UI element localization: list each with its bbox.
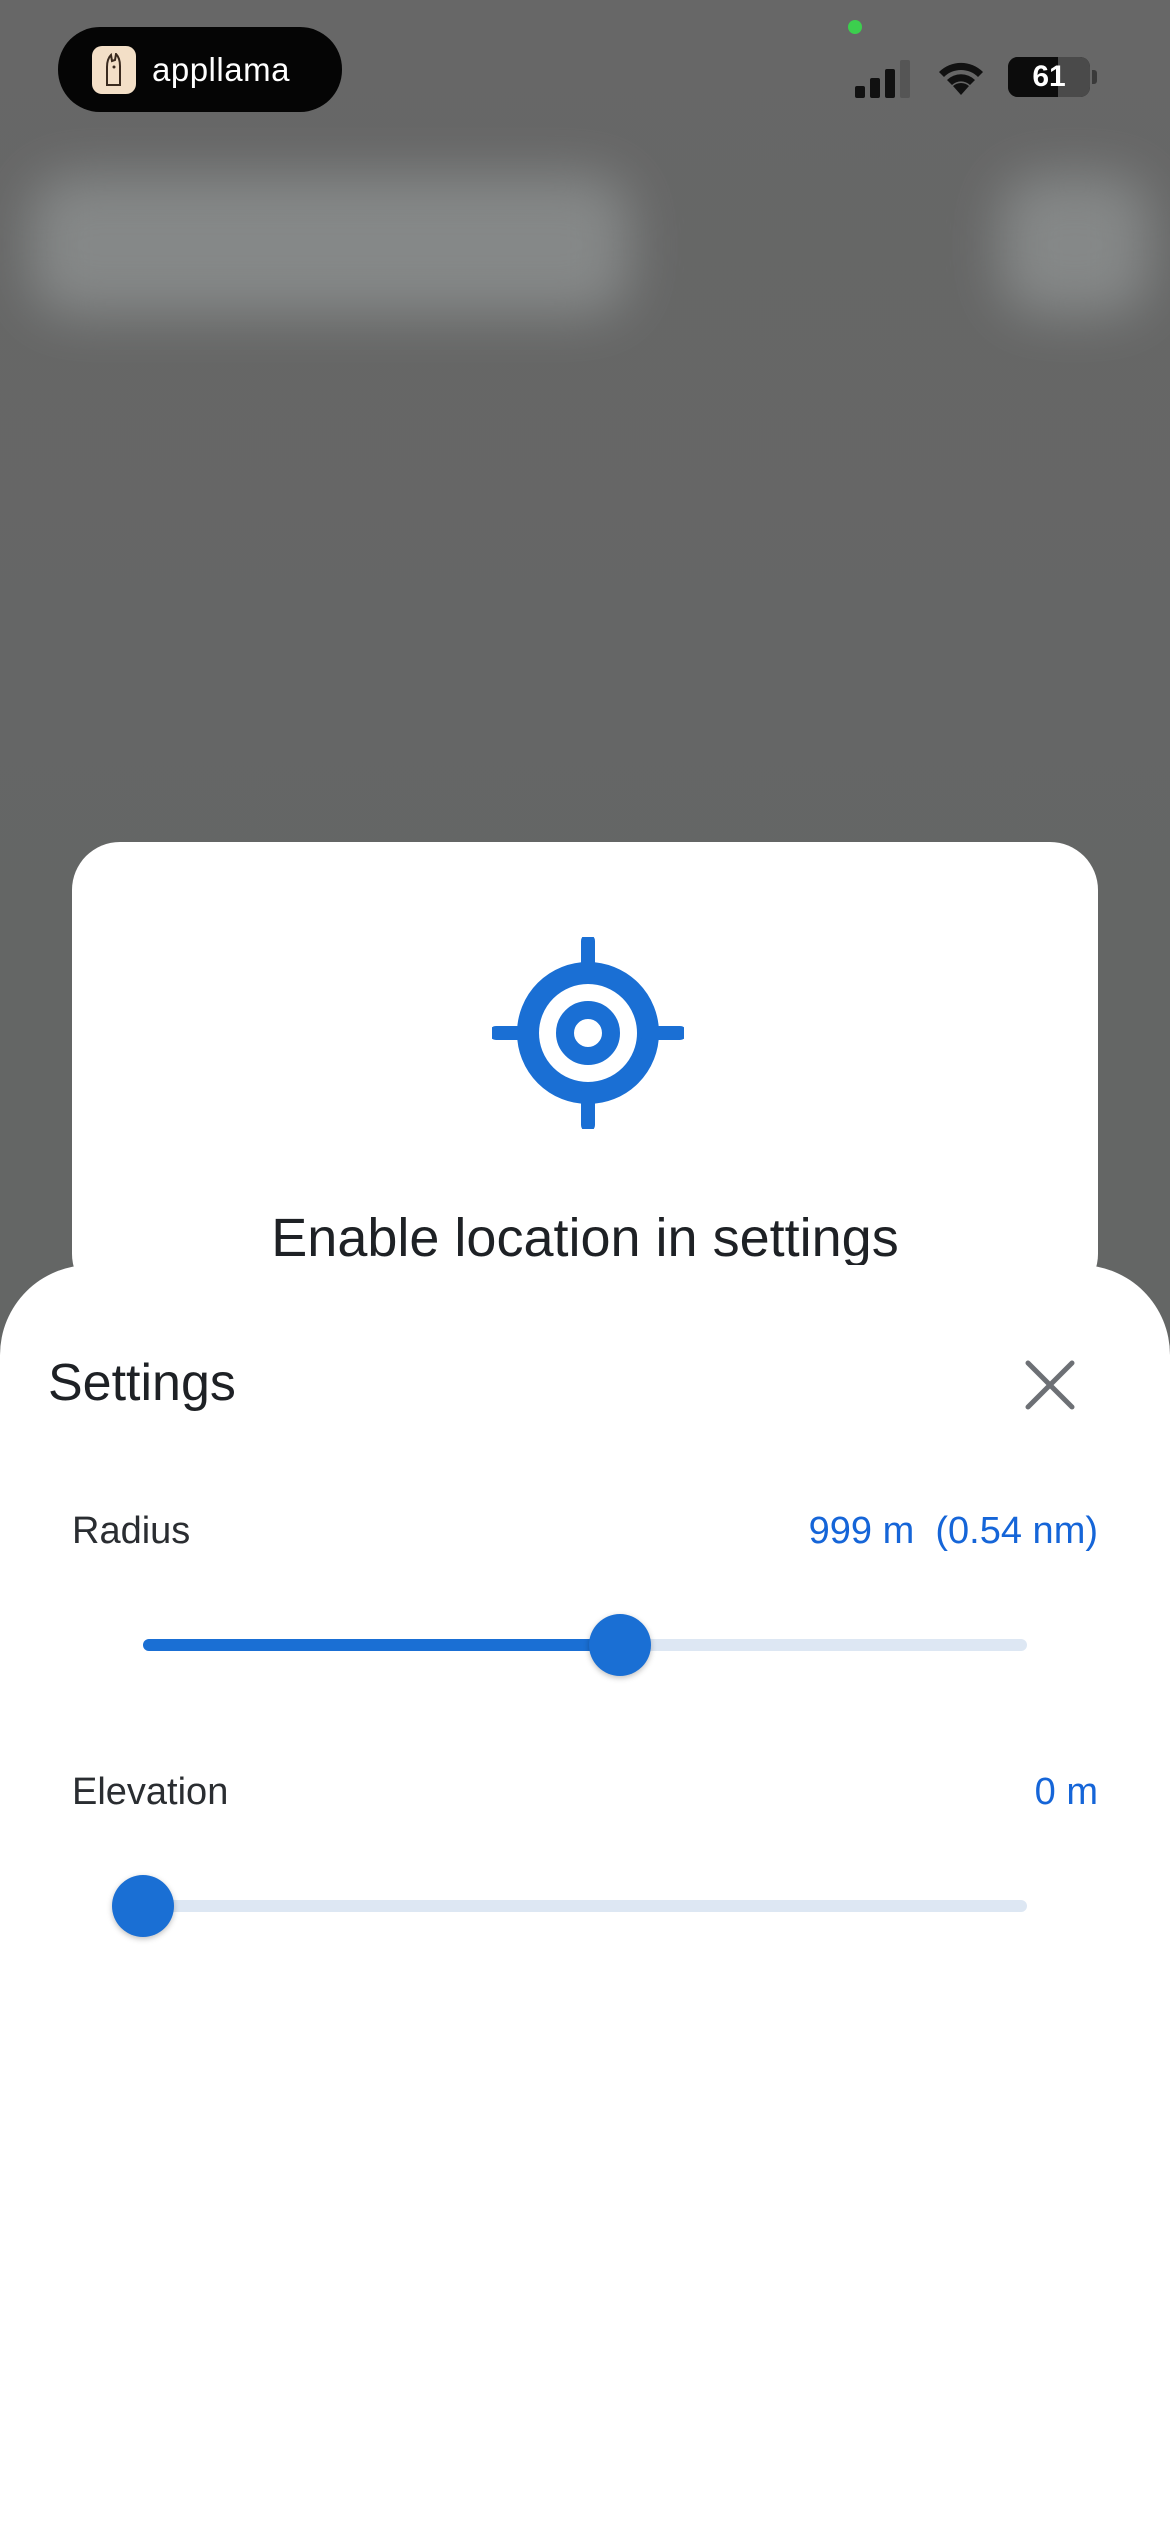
settings-title: Settings <box>48 1354 236 1412</box>
appllama-pill[interactable]: appllama <box>58 27 342 112</box>
elevation-label: Elevation <box>72 1771 229 1813</box>
battery-nub <box>1092 70 1097 84</box>
elevation-value: 0 m <box>1034 1771 1098 1813</box>
close-icon <box>1025 1360 1075 1410</box>
llama-logo-icon <box>92 45 136 94</box>
camera-indicator-dot <box>848 20 862 34</box>
location-card-title: Enable location in settings <box>271 1208 899 1268</box>
radius-value: 999 m (0.54 nm) <box>808 1510 1098 1552</box>
close-button[interactable] <box>1015 1350 1085 1420</box>
radius-slider[interactable] <box>143 1613 1027 1676</box>
settings-sheet: Settings Radius 999 m (0.54 nm) Elevatio… <box>0 1265 1170 2532</box>
location-card: Enable location in settings <box>72 842 1098 1302</box>
blurred-header-left <box>30 175 630 315</box>
cellular-signal-icon <box>855 60 910 98</box>
radius-slider-thumb[interactable] <box>589 1614 652 1676</box>
blurred-header-right <box>1000 175 1150 315</box>
app-screen: appllama 61 Enable location in settings <box>0 0 1170 2532</box>
radius-slider-fill <box>143 1639 621 1651</box>
elevation-slider-thumb[interactable] <box>112 1875 174 1937</box>
wifi-icon <box>939 62 983 95</box>
location-target-icon <box>492 937 684 1129</box>
radius-label: Radius <box>72 1510 191 1552</box>
battery-icon: 61 <box>1008 57 1090 97</box>
app-pill-label: appllama <box>152 50 290 88</box>
elevation-slider[interactable] <box>112 1874 1027 1937</box>
elevation-slider-track <box>143 1900 1027 1912</box>
battery-level: 61 <box>1032 60 1066 93</box>
